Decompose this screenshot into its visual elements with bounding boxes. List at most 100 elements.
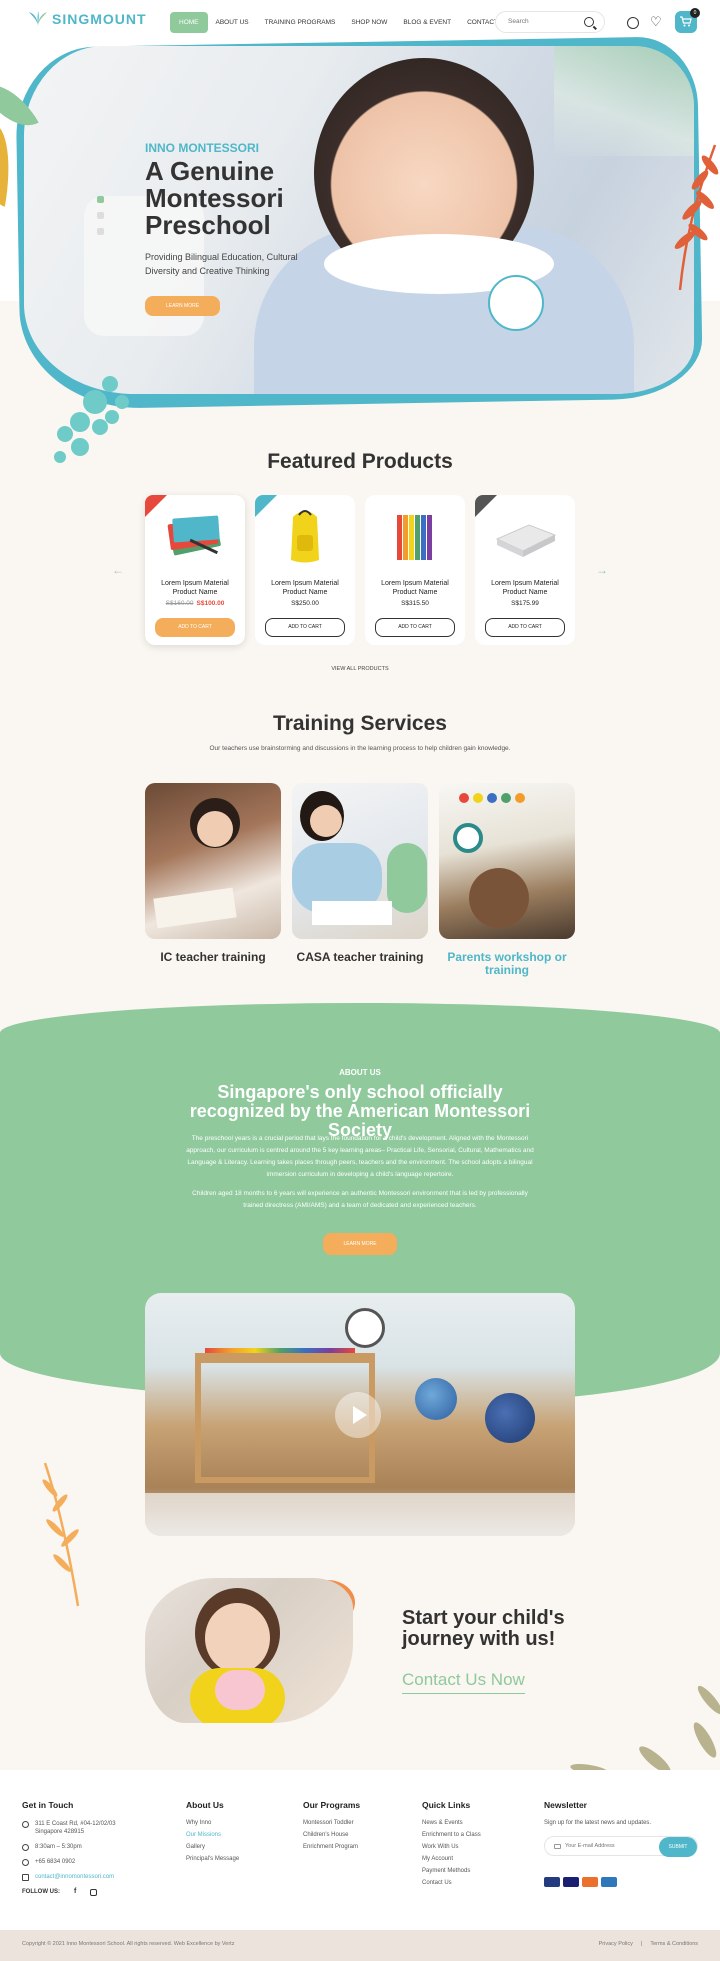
footer-link-enrichment-class[interactable]: Enrichment to a Class — [422, 1832, 481, 1838]
mastercard-icon — [582, 1877, 598, 1887]
instagram-icon[interactable] — [90, 1888, 98, 1896]
amex-icon — [601, 1877, 617, 1887]
nav-about[interactable]: ABOUT US — [208, 13, 257, 32]
envelope-icon — [554, 1844, 561, 1849]
add-to-cart-button[interactable]: ADD TO CART — [155, 618, 235, 637]
decor-branch-right — [674, 144, 719, 290]
payment-methods — [544, 1874, 698, 1892]
footer-quick-links: Quick Links News & Events Enrichment to … — [422, 1800, 481, 1892]
product-price: S$315.50 — [401, 600, 429, 607]
slider-dot-1[interactable] — [97, 196, 104, 203]
newsletter-text: Sign up for the latest news and updates. — [544, 1820, 652, 1826]
footer-newsletter: Newsletter Sign up for the latest news a… — [544, 1800, 698, 1892]
footer-link-principal[interactable]: Principal's Message — [186, 1856, 239, 1862]
about-title: Singapore's only school officially recog… — [189, 1082, 531, 1140]
product-old-price: S$160.00 — [165, 600, 194, 607]
footer-link-account[interactable]: My Account — [422, 1856, 481, 1862]
featured-products-title: Featured Products — [267, 450, 453, 473]
about-paragraph-1: The preschool years is a crucial period … — [186, 1135, 534, 1178]
footer-link-childrens-house[interactable]: Children's House — [303, 1832, 360, 1838]
about-paragraph-2: Children aged 18 months to 6 years will … — [192, 1190, 528, 1209]
footer-programs: Our Programs Montessori Toddler Children… — [303, 1800, 360, 1856]
brand-name: SINGMOUNT — [52, 11, 147, 27]
terms-link[interactable]: Terms & Conditions — [650, 1941, 698, 1947]
hero-subtitle: Providing Bilingual Education, Cultural … — [145, 252, 298, 276]
visa-icon — [563, 1877, 579, 1887]
newsletter-email-input[interactable] — [565, 1843, 645, 1849]
legal-links: Privacy Policy | Terms & Conditions — [598, 1941, 698, 1947]
product-price: S$175.99 — [511, 600, 539, 607]
training-card[interactable]: IC teacher training — [145, 783, 281, 977]
training-title: CASA teacher training — [296, 950, 424, 964]
product-card[interactable]: Lorem Ipsum Material Product Name S$175.… — [475, 495, 575, 645]
cta-child-image — [145, 1578, 353, 1723]
footer-link-work[interactable]: Work With Us — [422, 1844, 481, 1850]
nav-home[interactable]: HOME — [170, 12, 208, 33]
footer-phone[interactable]: +65 6834 0902 — [35, 1858, 75, 1866]
product-card[interactable]: Lorem Ipsum Material Product Name S$250.… — [255, 495, 355, 645]
copyright-text: Copyright © 2021 Inno Montessori School.… — [22, 1941, 235, 1947]
privacy-policy-link[interactable]: Privacy Policy — [599, 1941, 633, 1947]
cart-icon — [680, 16, 692, 27]
product-card[interactable]: Lorem Ipsum Material Product Name S$315.… — [365, 495, 465, 645]
training-image-ic — [145, 783, 281, 939]
user-icon[interactable] — [627, 17, 639, 29]
product-name: Lorem Ipsum Material Product Name — [161, 580, 229, 596]
contact-us-now-link[interactable]: Contact Us Now — [402, 1670, 525, 1694]
product-carousel: Lorem Ipsum Material Product Name S$160.… — [145, 495, 575, 645]
product-card[interactable]: Lorem Ipsum Material Product Name S$160.… — [145, 495, 245, 645]
hero-slider-dots — [97, 196, 104, 235]
brand-logo[interactable]: SINGMOUNT — [28, 10, 147, 28]
footer-link-payment[interactable]: Payment Methods — [422, 1868, 481, 1874]
footer-link-why-inno[interactable]: Why Inno — [186, 1820, 239, 1826]
training-card[interactable]: Parents workshop or training — [439, 783, 575, 977]
phone-icon — [22, 1859, 29, 1866]
cta-title: Start your child's journey with us! — [402, 1607, 565, 1650]
facebook-icon[interactable]: f — [74, 1888, 76, 1896]
slider-dot-3[interactable] — [97, 228, 104, 235]
hero-image — [24, 46, 694, 394]
search-input[interactable] — [508, 18, 578, 25]
hero-learn-more-button[interactable]: LEARN MORE — [145, 296, 220, 316]
add-to-cart-button[interactable]: ADD TO CART — [375, 618, 455, 637]
footer-newsletter-heading: Newsletter — [544, 1800, 587, 1810]
training-title: IC teacher training — [160, 950, 266, 964]
training-image-parents — [439, 783, 575, 939]
school-badge-logo — [488, 275, 544, 331]
hero-title: A Genuine Montessori Preschool — [145, 156, 284, 240]
training-card[interactable]: CASA teacher training — [292, 783, 428, 977]
training-title: Parents workshop or training — [447, 950, 567, 977]
footer-link-news[interactable]: News & Events — [422, 1820, 481, 1826]
product-name: Lorem Ipsum Material Product Name — [381, 580, 449, 596]
video-play-button[interactable] — [335, 1392, 381, 1438]
nav-training[interactable]: TRAINING PROGRAMS — [257, 13, 344, 32]
search-icon[interactable] — [584, 17, 594, 27]
footer-link-enrichment[interactable]: Enrichment Program — [303, 1844, 360, 1850]
footer-email[interactable]: contact@innomontessori.com — [35, 1873, 114, 1881]
view-all-products-link[interactable]: VIEW ALL PRODUCTS — [0, 666, 720, 672]
footer-link-gallery[interactable]: Gallery — [186, 1844, 239, 1850]
heart-icon[interactable]: ♡ — [650, 14, 662, 30]
product-image-crayons — [397, 515, 432, 560]
newsletter-submit-button[interactable]: SUBMIT — [659, 1837, 697, 1857]
products-prev-arrow[interactable]: ← — [112, 563, 124, 577]
nav-blog[interactable]: BLOG & EVENT — [395, 13, 459, 32]
footer-link-missions[interactable]: Our Missions — [186, 1832, 239, 1838]
product-price: S$100.00 — [196, 600, 225, 607]
footer-link-toddler[interactable]: Montessori Toddler — [303, 1820, 360, 1826]
email-icon — [22, 1874, 29, 1881]
nav-shop[interactable]: SHOP NOW — [343, 13, 395, 32]
slider-dot-2[interactable] — [97, 212, 104, 219]
product-image-notebooks — [167, 515, 221, 556]
products-next-arrow[interactable]: → — [596, 563, 608, 577]
decor-leaves-right — [570, 1685, 720, 1777]
add-to-cart-button[interactable]: ADD TO CART — [265, 618, 345, 637]
about-learn-more-button[interactable]: LEARN MORE — [323, 1233, 397, 1255]
decor-branch-orange — [42, 1462, 80, 1607]
footer-contact-heading: Get in Touch — [22, 1800, 74, 1810]
training-cards: IC teacher training CASA teacher trainin… — [145, 783, 575, 977]
footer-link-contact[interactable]: Contact Us — [422, 1880, 481, 1886]
add-to-cart-button[interactable]: ADD TO CART — [485, 618, 565, 637]
logo-icon — [29, 11, 47, 27]
paypal-icon — [544, 1877, 560, 1887]
